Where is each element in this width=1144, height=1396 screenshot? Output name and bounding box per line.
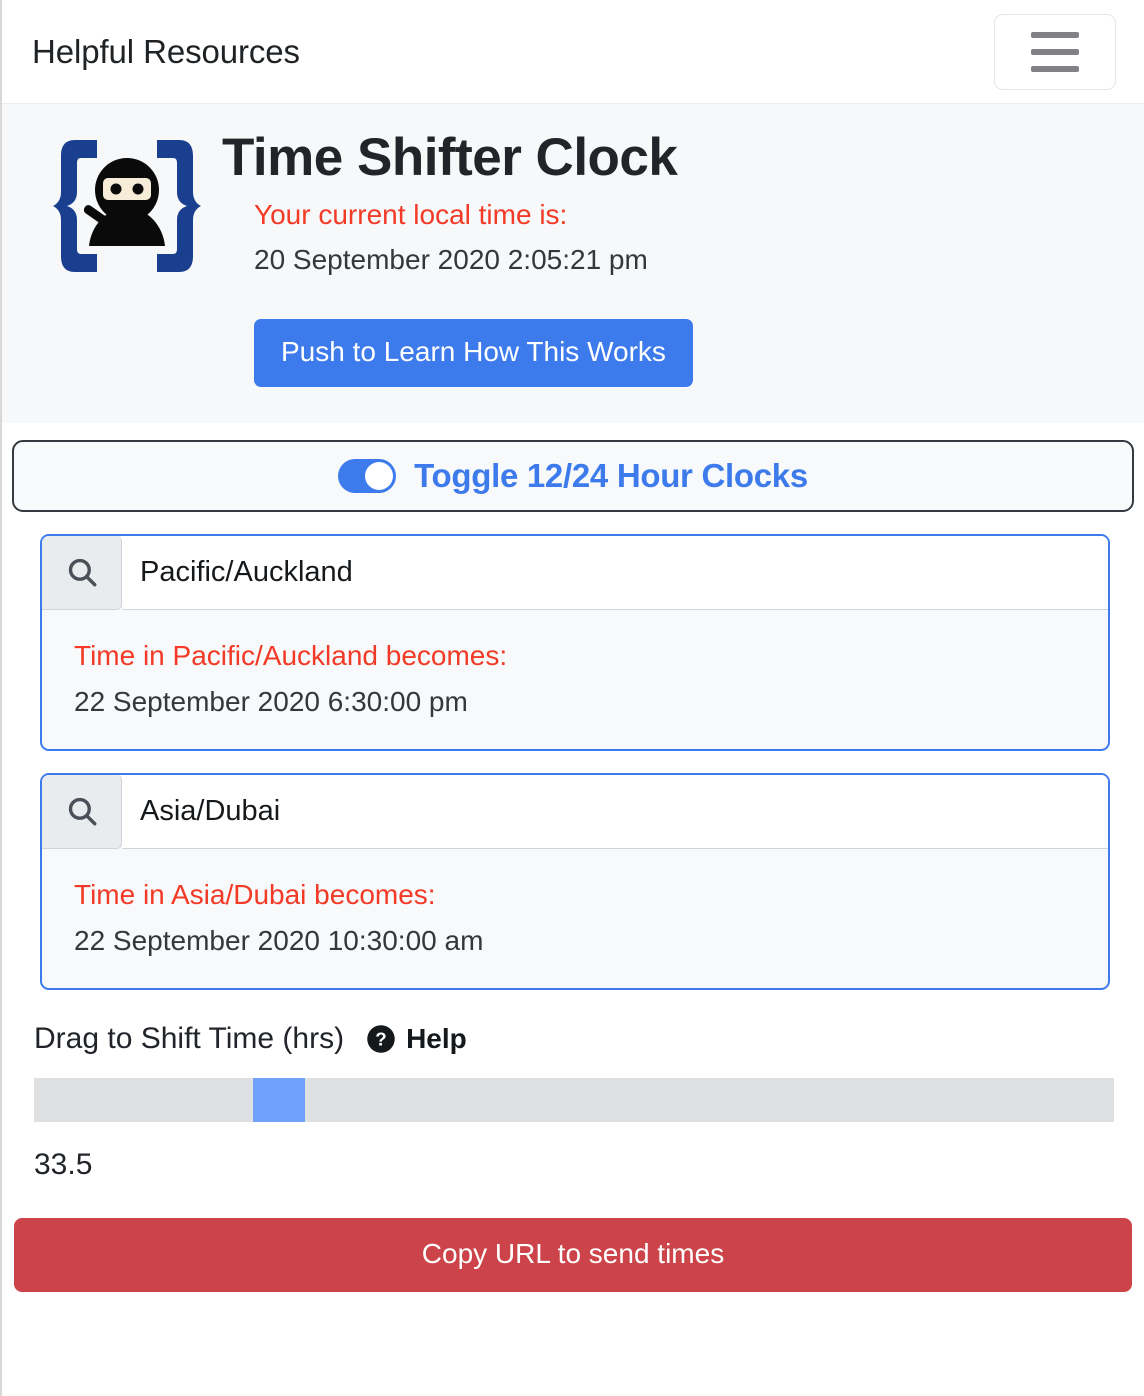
hero-main: Time Shifter Clock Your current local ti… bbox=[222, 126, 1114, 387]
code-ninja-logo bbox=[53, 140, 201, 272]
toggle-switch[interactable] bbox=[338, 458, 397, 493]
help-link[interactable]: ? Help bbox=[366, 1023, 467, 1055]
time-shift-slider[interactable] bbox=[34, 1077, 1114, 1122]
slider-section: Drag to Shift Time (hrs) ? Help 33.5 bbox=[2, 990, 1144, 1182]
timezone-search-input[interactable] bbox=[122, 535, 1108, 610]
slider-value: 33.5 bbox=[34, 1147, 93, 1181]
top-navbar: Helpful Resources bbox=[2, 0, 1144, 103]
search-icon[interactable] bbox=[42, 535, 122, 610]
timezone-result-value: 22 September 2020 10:30:00 am bbox=[74, 925, 484, 957]
timezone-card: Time in Asia/Dubai becomes: 22 September… bbox=[40, 772, 1110, 990]
nav-brand[interactable]: Helpful Resources bbox=[32, 33, 300, 71]
slider-label: Drag to Shift Time (hrs) bbox=[34, 1021, 345, 1055]
timezone-input-row bbox=[42, 774, 1108, 849]
local-time-label: Your current local time is: bbox=[254, 199, 568, 231]
copy-button-row: Copy URL to send times bbox=[2, 1182, 1144, 1292]
hamburger-menu-icon[interactable] bbox=[994, 13, 1116, 90]
question-circle-icon: ? bbox=[367, 1025, 395, 1053]
timezone-result: Time in Pacific/Auckland becomes: 22 Sep… bbox=[42, 610, 1108, 749]
local-time-value: 20 September 2020 2:05:21 pm bbox=[254, 243, 648, 275]
timezone-result: Time in Asia/Dubai becomes: 22 September… bbox=[42, 849, 1108, 988]
timezone-search-input[interactable] bbox=[122, 774, 1108, 849]
toggle-label: Toggle 12/24 Hour Clocks bbox=[414, 456, 808, 494]
logo-container bbox=[32, 126, 222, 282]
timezone-result-label: Time in Asia/Dubai becomes: bbox=[74, 878, 436, 910]
slider-thumb[interactable] bbox=[253, 1077, 306, 1122]
main-content: Toggle 12/24 Hour Clocks Time in Pacific… bbox=[2, 439, 1144, 1292]
hamburger-bar bbox=[1031, 65, 1079, 72]
slider-header: Drag to Shift Time (hrs) ? Help bbox=[34, 1022, 1114, 1056]
timezone-result-value: 22 September 2020 6:30:00 pm bbox=[74, 686, 468, 718]
toggle-inner: Toggle 12/24 Hour Clocks bbox=[338, 457, 808, 495]
help-label: Help bbox=[406, 1022, 467, 1054]
learn-how-button[interactable]: Push to Learn How This Works bbox=[254, 318, 693, 387]
copy-url-button[interactable]: Copy URL to send times bbox=[14, 1217, 1132, 1292]
hero-button-row: Push to Learn How This Works bbox=[222, 318, 1114, 387]
timezone-card: Time in Pacific/Auckland becomes: 22 Sep… bbox=[40, 533, 1110, 751]
app-page: Helpful Resources Time Shifter Clock You… bbox=[0, 0, 1144, 1396]
svg-text:?: ? bbox=[375, 1028, 386, 1049]
hamburger-bar bbox=[1031, 31, 1079, 38]
timezone-input-row bbox=[42, 535, 1108, 610]
hero-section: Time Shifter Clock Your current local ti… bbox=[2, 103, 1144, 423]
timezone-result-label: Time in Pacific/Auckland becomes: bbox=[74, 639, 508, 671]
toggle-12-24-card[interactable]: Toggle 12/24 Hour Clocks bbox=[12, 439, 1134, 512]
toggle-knob bbox=[365, 461, 394, 490]
hamburger-bar bbox=[1031, 48, 1079, 55]
page-title: Time Shifter Clock bbox=[222, 128, 678, 187]
search-icon[interactable] bbox=[42, 774, 122, 849]
